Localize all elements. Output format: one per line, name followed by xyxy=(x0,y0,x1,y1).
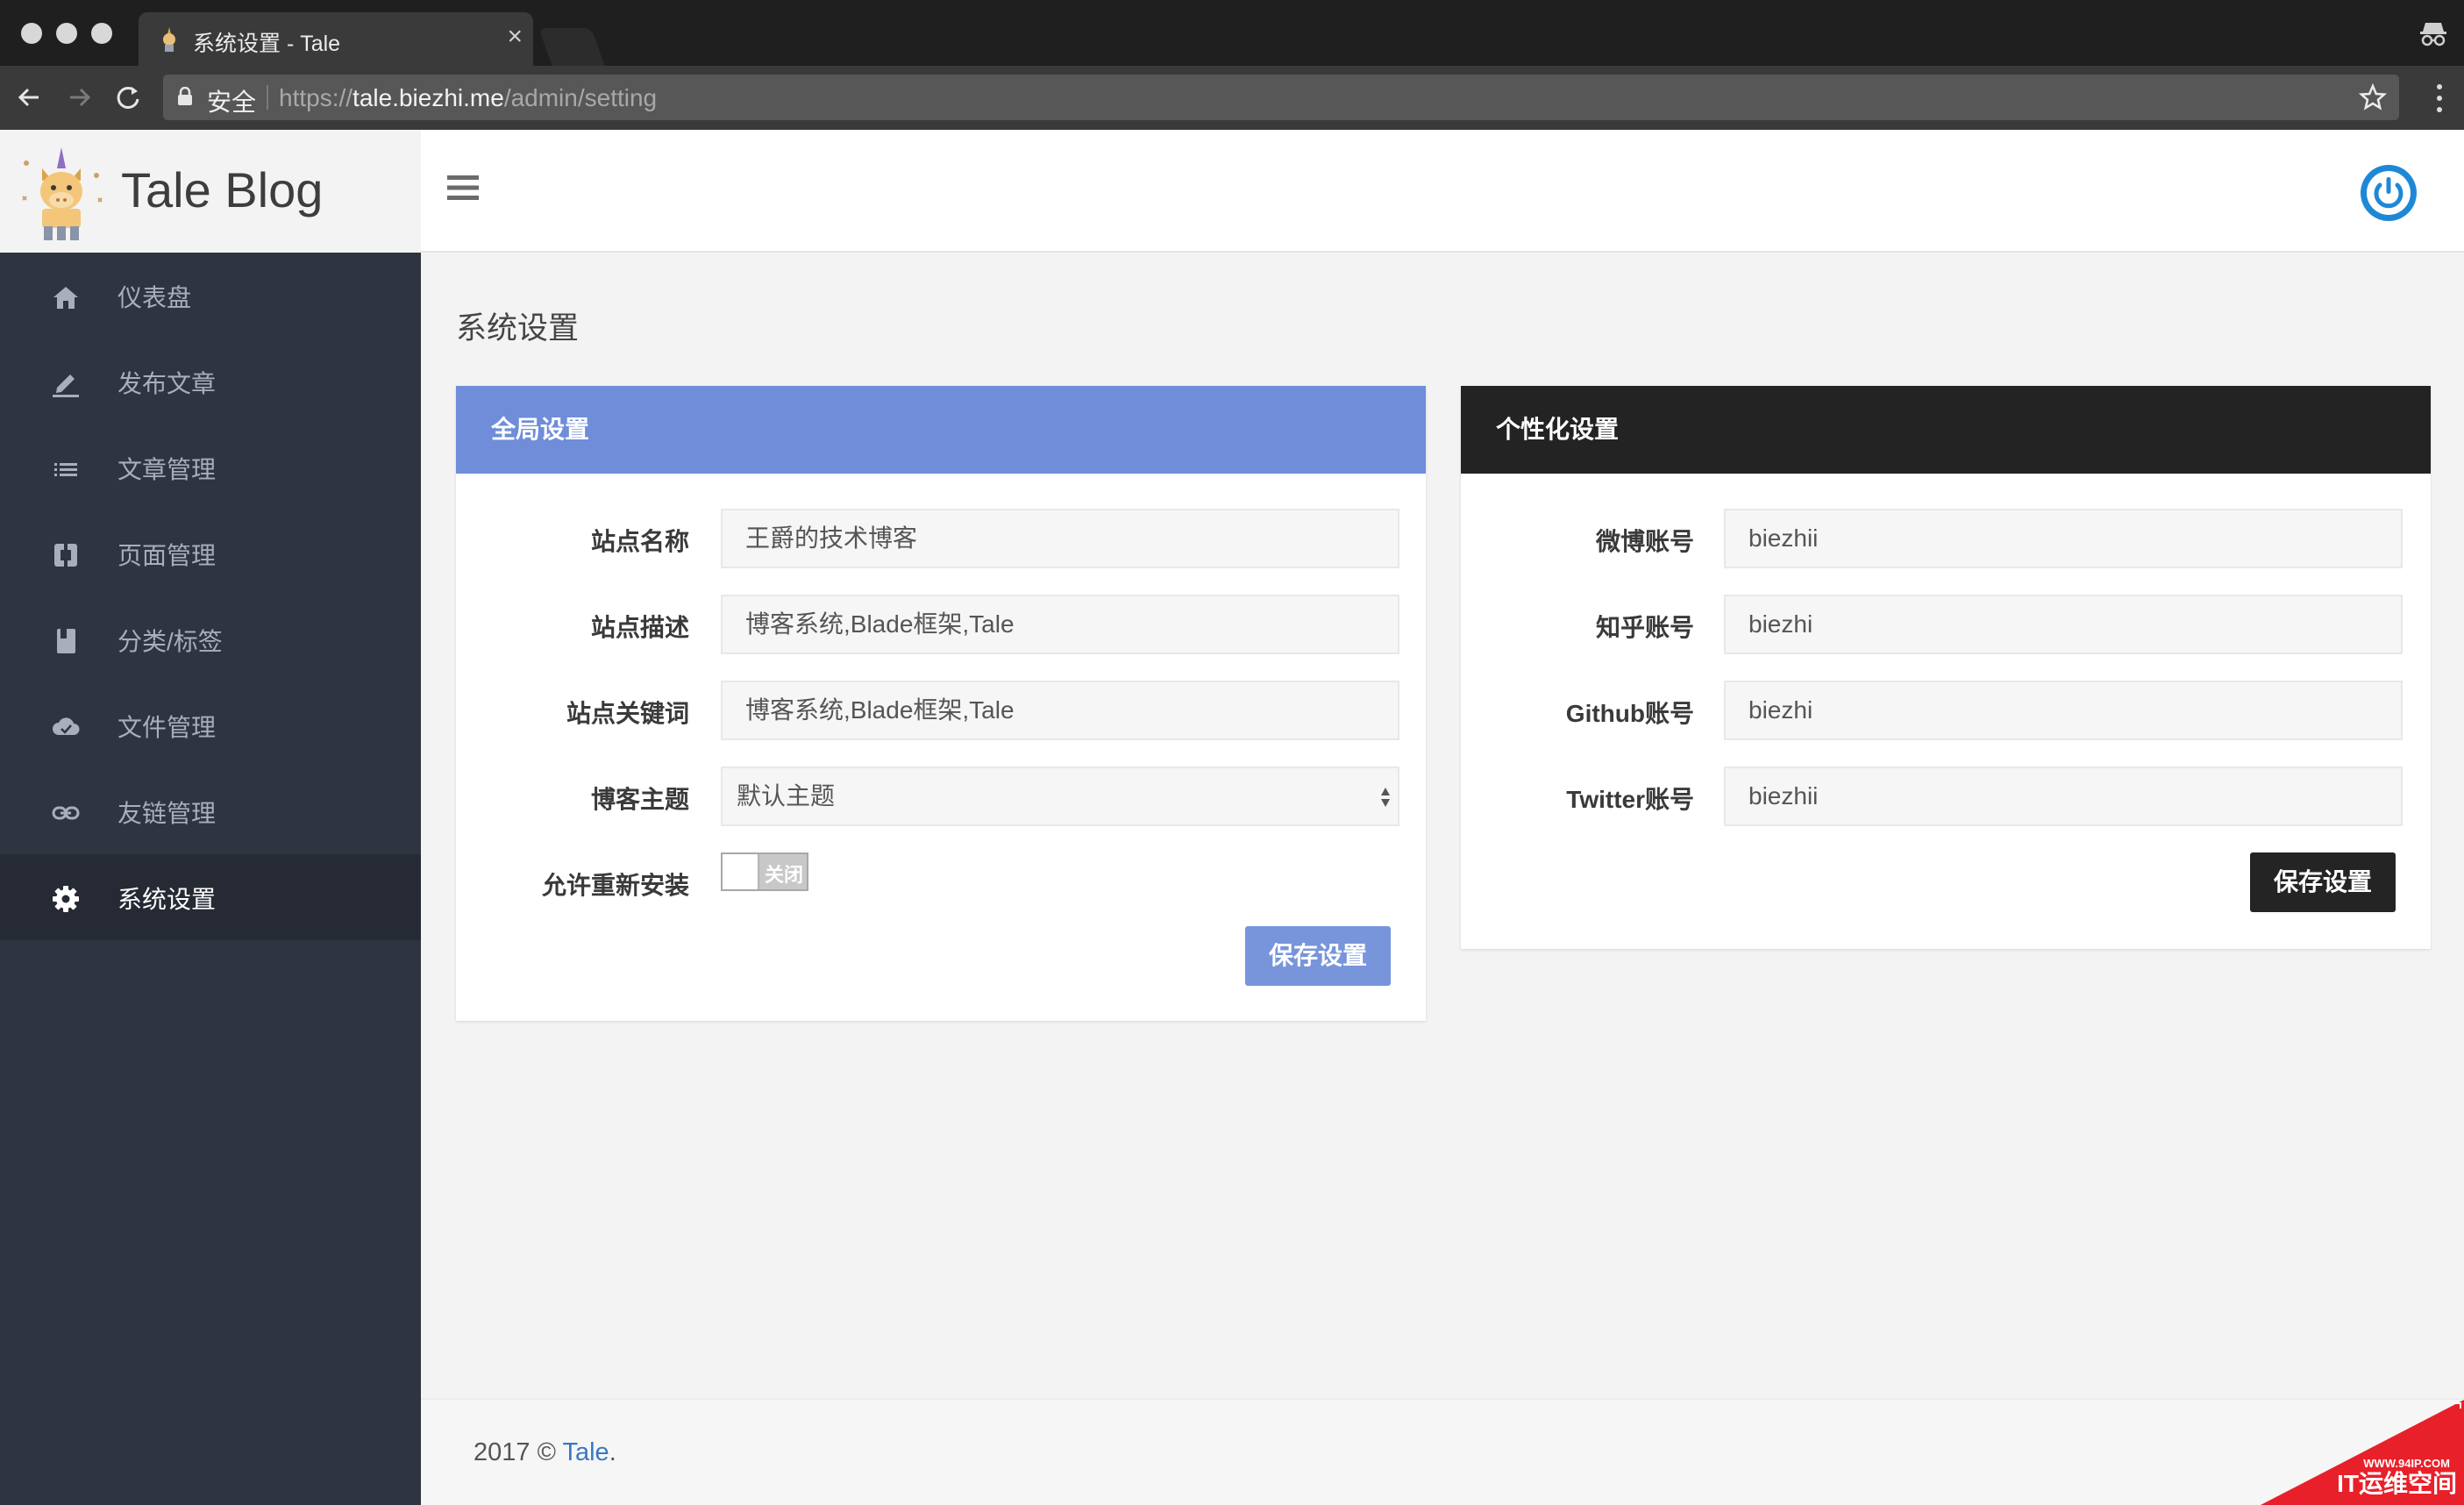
sidebar-item-files[interactable]: 文件管理 xyxy=(0,682,421,768)
sidebar-item-dashboard[interactable]: 仪表盘 xyxy=(0,253,421,339)
sidebar-item-settings[interactable]: 系统设置 xyxy=(0,854,421,940)
footer: 2017 © Tale. xyxy=(421,1398,2464,1505)
lock-icon xyxy=(178,87,192,105)
personal-settings-panel: 个性化设置 微博账号 biezhii 知乎账号 biezhi Github账号 … xyxy=(1461,386,2431,949)
browser-titlebar: 系统设置 - Tale × xyxy=(0,0,2464,66)
sidebar-item-label: 文章管理 xyxy=(118,456,217,483)
bookmark-star-icon[interactable] xyxy=(2359,83,2387,111)
secure-label: 安全 xyxy=(207,89,257,116)
toggle-state-label: 关闭 xyxy=(765,864,804,886)
power-logout-icon[interactable] xyxy=(2359,163,2418,223)
url-text[interactable]: https://tale.biezhi.me/admin/setting xyxy=(279,84,657,112)
browser-tab[interactable]: 系统设置 - Tale × xyxy=(139,12,533,66)
forward-arrow-icon[interactable] xyxy=(61,80,96,115)
site-keywords-input[interactable]: 博客系统,Blade框架,Tale xyxy=(721,681,1399,740)
site-name-input[interactable]: 王爵的技术博客 xyxy=(721,509,1399,568)
site-desc-label: 站点描述 xyxy=(590,614,689,641)
site-keywords-label: 站点关键词 xyxy=(566,700,689,727)
sidebar-item-label: 系统设置 xyxy=(118,886,217,913)
address-bar[interactable]: 安全 https://tale.biezhi.me/admin/setting xyxy=(163,75,2399,120)
reinstall-label: 允许重新安装 xyxy=(541,872,689,899)
save-personal-settings-button[interactable]: 保存设置 xyxy=(2250,852,2396,912)
footer-text: 2017 © Tale. xyxy=(474,1438,616,1467)
theme-select[interactable]: 默认主题 xyxy=(721,767,1399,826)
back-arrow-icon[interactable] xyxy=(12,80,47,115)
footer-link[interactable]: Tale xyxy=(562,1438,609,1466)
sidebar-item-label: 分类/标签 xyxy=(118,628,223,655)
sidebar-item-label: 仪表盘 xyxy=(118,284,192,311)
window-minimize-dot[interactable] xyxy=(56,23,77,44)
sidebar-item-label: 友链管理 xyxy=(118,800,217,827)
site-name-label: 站点名称 xyxy=(590,528,689,555)
tab-title: 系统设置 - Tale xyxy=(193,32,341,56)
incognito-icon xyxy=(2420,23,2446,46)
unicorn-favicon-icon xyxy=(163,27,175,52)
new-tab-button[interactable] xyxy=(538,28,605,66)
theme-select-value: 默认主题 xyxy=(737,782,836,810)
sidebar-item-links[interactable]: 友链管理 xyxy=(0,768,421,854)
theme-label: 博客主题 xyxy=(590,786,689,813)
sidebar-item-label: 文件管理 xyxy=(118,714,217,741)
link-icon xyxy=(52,806,80,820)
gear-icon xyxy=(53,886,79,912)
pages-icon xyxy=(54,544,77,567)
footer-copyright: 2017 © xyxy=(474,1438,563,1466)
toggle-knob xyxy=(723,854,759,889)
brand[interactable]: Tale Blog xyxy=(0,130,421,253)
watermark: WWW.94IP.COM IT运维空间 xyxy=(2261,1400,2464,1505)
twitter-label: Twitter账号 xyxy=(1566,786,1694,813)
weibo-input[interactable]: biezhii xyxy=(1724,509,2403,568)
sidebar-item-new-post[interactable]: 发布文章 xyxy=(0,339,421,424)
cloud-icon xyxy=(53,717,80,735)
url-scheme: https:// xyxy=(279,84,353,111)
weibo-label: 微博账号 xyxy=(1595,528,1694,555)
github-input[interactable]: biezhi xyxy=(1724,681,2403,740)
global-settings-heading: 全局设置 xyxy=(456,386,1426,474)
page-title: 系统设置 xyxy=(456,311,580,346)
footer-suffix: . xyxy=(609,1438,616,1466)
reload-icon[interactable] xyxy=(110,80,146,115)
sidebar-item-categories[interactable]: 分类/标签 xyxy=(0,596,421,682)
browser-toolbar: 安全 https://tale.biezhi.me/admin/setting xyxy=(0,66,2464,130)
window-zoom-dot[interactable] xyxy=(91,23,112,44)
zhihu-label: 知乎账号 xyxy=(1595,614,1694,641)
twitter-input[interactable]: biezhii xyxy=(1724,767,2403,826)
tab-close-icon[interactable]: × xyxy=(507,23,523,51)
sidebar-item-posts[interactable]: 文章管理 xyxy=(0,424,421,510)
sidebar-item-pages[interactable]: 页面管理 xyxy=(0,510,421,596)
personal-settings-heading: 个性化设置 xyxy=(1461,386,2431,474)
url-separator xyxy=(267,85,268,110)
home-icon xyxy=(53,287,78,309)
menu-toggle-icon[interactable] xyxy=(447,174,479,202)
github-label: Github账号 xyxy=(1565,700,1694,727)
global-settings-panel: 全局设置 站点名称 王爵的技术博客 站点描述 博客系统,Blade框架,Tale… xyxy=(456,386,1426,1021)
zhihu-input[interactable]: biezhi xyxy=(1724,595,2403,654)
select-arrows-icon xyxy=(1381,788,1390,807)
book-icon xyxy=(57,629,75,653)
save-global-settings-button[interactable]: 保存设置 xyxy=(1245,926,1391,986)
sidebar-item-label: 发布文章 xyxy=(118,370,217,397)
sidebar: Tale Blog 仪表盘 发布文章 文章管理 页面管理 分类/标签 文件管理 … xyxy=(0,130,421,1505)
browser-menu-icon[interactable] xyxy=(2436,83,2443,113)
sidebar-item-label: 页面管理 xyxy=(118,542,217,569)
pencil-icon xyxy=(53,374,79,397)
url-path: /admin/setting xyxy=(503,84,658,111)
window-close-dot[interactable] xyxy=(21,23,42,44)
site-desc-input[interactable]: 博客系统,Blade框架,Tale xyxy=(721,595,1399,654)
watermark-text: IT运维空间 xyxy=(2337,1470,2457,1497)
url-host: tale.biezhi.me xyxy=(353,84,504,111)
app-header xyxy=(421,130,2464,253)
brand-name: Tale Blog xyxy=(121,162,324,218)
unicorn-logo-icon xyxy=(22,147,103,240)
reinstall-toggle[interactable]: 关闭 xyxy=(721,852,808,891)
list-icon xyxy=(54,463,77,476)
